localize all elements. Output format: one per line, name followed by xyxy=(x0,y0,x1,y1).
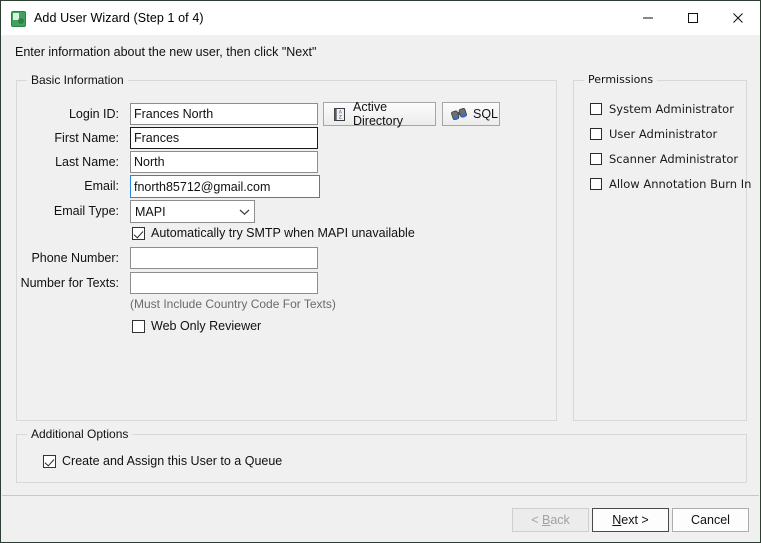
footer-bar: < Back Next > Cancel xyxy=(2,496,759,541)
additional-options-group: Additional Options Create and Assign thi… xyxy=(16,427,747,483)
minimize-icon[interactable] xyxy=(625,1,670,35)
email-type-select[interactable]: MAPI xyxy=(130,200,255,223)
checkbox-box xyxy=(132,319,145,333)
create-assign-queue-label: Create and Assign this User to a Queue xyxy=(62,454,283,468)
address-book-icon: A Z xyxy=(332,107,347,122)
instruction-text: Enter information about the new user, th… xyxy=(15,45,317,59)
last-name-input[interactable] xyxy=(130,151,318,173)
login-id-label: Login ID: xyxy=(68,107,119,121)
checkbox-box xyxy=(43,454,56,468)
smtp-fallback-label: Automatically try SMTP when MAPI unavail… xyxy=(151,226,415,240)
permission-label: System Administrator xyxy=(609,102,734,116)
email-label: Email: xyxy=(84,179,119,193)
checkbox-box xyxy=(590,103,602,115)
web-only-reviewer-checkbox[interactable]: Web Only Reviewer xyxy=(132,319,261,333)
next-button-label: Next > xyxy=(612,513,649,527)
phone-number-input[interactable] xyxy=(130,247,318,269)
sql-button-label: SQL xyxy=(473,107,499,121)
additional-options-legend: Additional Options xyxy=(27,427,133,441)
permission-label: User Administrator xyxy=(609,127,718,141)
binoculars-icon xyxy=(451,107,467,121)
texts-country-code-hint: (Must Include Country Code For Texts) xyxy=(130,297,336,311)
basic-information-group: Basic Information Login ID: A Z Active D… xyxy=(16,73,557,421)
checkbox-box xyxy=(590,153,602,165)
next-button[interactable]: Next > xyxy=(592,508,669,532)
first-name-input[interactable] xyxy=(130,127,318,149)
basic-information-legend: Basic Information xyxy=(27,73,128,87)
active-directory-button[interactable]: A Z Active Directory xyxy=(323,100,436,128)
email-input[interactable] xyxy=(130,175,320,198)
number-for-texts-input[interactable] xyxy=(130,272,318,294)
number-for-texts-label: Number for Texts: xyxy=(20,276,119,290)
permission-label: Scanner Administrator xyxy=(609,152,739,166)
permission-system-administrator[interactable]: System Administrator xyxy=(590,102,734,116)
permission-allow-annotation-burn-in[interactable]: Allow Annotation Burn In xyxy=(590,177,751,191)
close-icon[interactable] xyxy=(715,1,760,35)
permission-user-administrator[interactable]: User Administrator xyxy=(590,127,717,141)
email-type-label: Email Type: xyxy=(53,204,119,218)
permission-scanner-administrator[interactable]: Scanner Administrator xyxy=(590,152,738,166)
back-button-label: < Back xyxy=(531,513,570,527)
cancel-button[interactable]: Cancel xyxy=(672,508,749,532)
window-title: Add User Wizard (Step 1 of 4) xyxy=(34,11,204,25)
checkbox-box xyxy=(590,178,602,190)
chevron-down-icon xyxy=(234,208,254,216)
login-id-input[interactable] xyxy=(130,103,318,125)
active-directory-button-label: Active Directory xyxy=(353,100,404,128)
checkbox-box xyxy=(590,128,602,140)
create-assign-queue-checkbox[interactable]: Create and Assign this User to a Queue xyxy=(43,454,282,468)
permissions-legend: Permissions xyxy=(584,73,658,86)
title-bar: Add User Wizard (Step 1 of 4) xyxy=(1,1,760,35)
maximize-icon[interactable] xyxy=(670,1,715,35)
svg-text:Z: Z xyxy=(339,114,342,120)
permission-label: Allow Annotation Burn In xyxy=(609,177,752,191)
smtp-fallback-checkbox[interactable]: Automatically try SMTP when MAPI unavail… xyxy=(132,226,415,240)
permissions-group: Permissions System Administrator User Ad… xyxy=(573,73,751,421)
cancel-button-label: Cancel xyxy=(691,513,730,527)
add-user-wizard-window: Add User Wizard (Step 1 of 4) Enter info… xyxy=(0,0,761,543)
last-name-label: Last Name: xyxy=(55,155,119,169)
email-type-value: MAPI xyxy=(135,204,166,219)
user-wizard-icon xyxy=(10,10,26,27)
web-only-reviewer-label: Web Only Reviewer xyxy=(151,319,262,333)
phone-number-label: Phone Number: xyxy=(31,251,119,265)
back-button[interactable]: < Back xyxy=(512,508,589,532)
window-controls xyxy=(625,1,760,35)
sql-button[interactable]: SQL xyxy=(442,102,500,126)
first-name-label: First Name: xyxy=(54,131,119,145)
checkbox-box xyxy=(132,226,145,240)
